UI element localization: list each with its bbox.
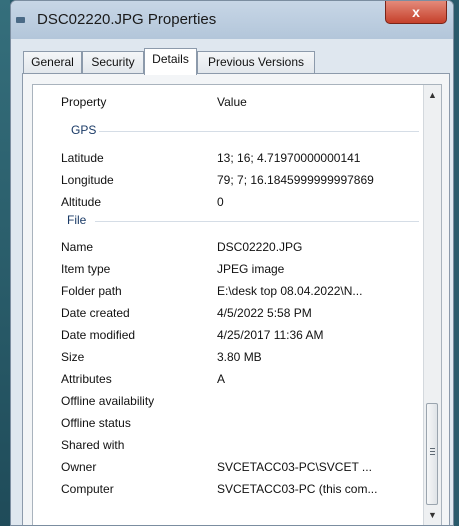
- group-divider: [99, 131, 419, 132]
- row-label-date-created: Date created: [61, 306, 130, 320]
- row-label-item-type: Item type: [61, 262, 111, 276]
- tab-general[interactable]: General: [23, 51, 82, 73]
- row-label-folder-path: Folder path: [61, 284, 122, 298]
- down-arrow-icon[interactable]: ▼: [424, 507, 441, 523]
- row-label-altitude: Altitude: [61, 195, 102, 209]
- row-label-owner: Owner: [61, 460, 97, 474]
- row-label-size: Size: [61, 350, 85, 364]
- close-button[interactable]: x: [385, 1, 447, 24]
- row-label-name: Name: [61, 240, 94, 254]
- details-panel: Property Value GPS Latitude 13; 16; 4.71…: [22, 73, 450, 525]
- properties-icon: [16, 17, 25, 23]
- row-value-name: DSC02220.JPG: [217, 240, 303, 254]
- grip-line: [430, 454, 435, 455]
- row-label-computer: Computer: [61, 482, 114, 496]
- row-value-latitude: 13; 16; 4.71970000000141: [217, 151, 361, 165]
- tab-details[interactable]: Details: [144, 48, 197, 75]
- desktop-background: [0, 0, 10, 526]
- row-label-longitude: Longitude: [61, 173, 114, 187]
- group-gps[interactable]: GPS: [71, 123, 96, 137]
- vertical-scrollbar[interactable]: ▲ ▼: [423, 85, 441, 525]
- group-divider: [95, 221, 419, 222]
- details-list[interactable]: Property Value GPS Latitude 13; 16; 4.71…: [32, 84, 442, 525]
- tab-previous-versions[interactable]: Previous Versions: [197, 51, 315, 73]
- column-header-value[interactable]: Value: [217, 95, 247, 109]
- properties-window: DSC02220.JPG Properties x General Securi…: [10, 0, 454, 526]
- row-value-longitude: 79; 7; 16.1845999999997869: [217, 173, 374, 187]
- row-label-offline-status: Offline status: [61, 416, 131, 430]
- row-value-attributes: A: [217, 372, 226, 386]
- window-title: DSC02220.JPG Properties: [37, 11, 217, 28]
- row-value-item-type: JPEG image: [217, 262, 285, 276]
- grip-line: [430, 451, 435, 452]
- scrollbar-thumb[interactable]: [426, 403, 438, 505]
- tab-security[interactable]: Security: [82, 51, 144, 73]
- row-value-date-created: 4/5/2022 5:58 PM: [217, 306, 312, 320]
- row-value-computer: SVCETACC03-PC (this com...: [217, 482, 378, 496]
- up-arrow-icon[interactable]: ▲: [424, 87, 441, 103]
- row-label-attributes: Attributes: [61, 372, 112, 386]
- row-label-latitude: Latitude: [61, 151, 104, 165]
- column-header-property[interactable]: Property: [61, 95, 106, 109]
- row-value-date-modified: 4/25/2017 11:36 AM: [217, 328, 324, 342]
- row-value-altitude: 0: [217, 195, 224, 209]
- row-value-owner: SVCETACC03-PC\SVCET ...: [217, 460, 372, 474]
- row-value-size: 3.80 MB: [217, 350, 262, 364]
- row-value-folder-path: E:\desk top 08.04.2022\N...: [217, 284, 363, 298]
- title-bar: DSC02220.JPG Properties x: [11, 1, 453, 39]
- row-label-offline-availability: Offline availability: [61, 394, 155, 408]
- group-file[interactable]: File: [67, 213, 86, 227]
- row-label-date-modified: Date modified: [61, 328, 136, 342]
- grip-line: [430, 448, 435, 449]
- row-label-shared-with: Shared with: [61, 438, 125, 452]
